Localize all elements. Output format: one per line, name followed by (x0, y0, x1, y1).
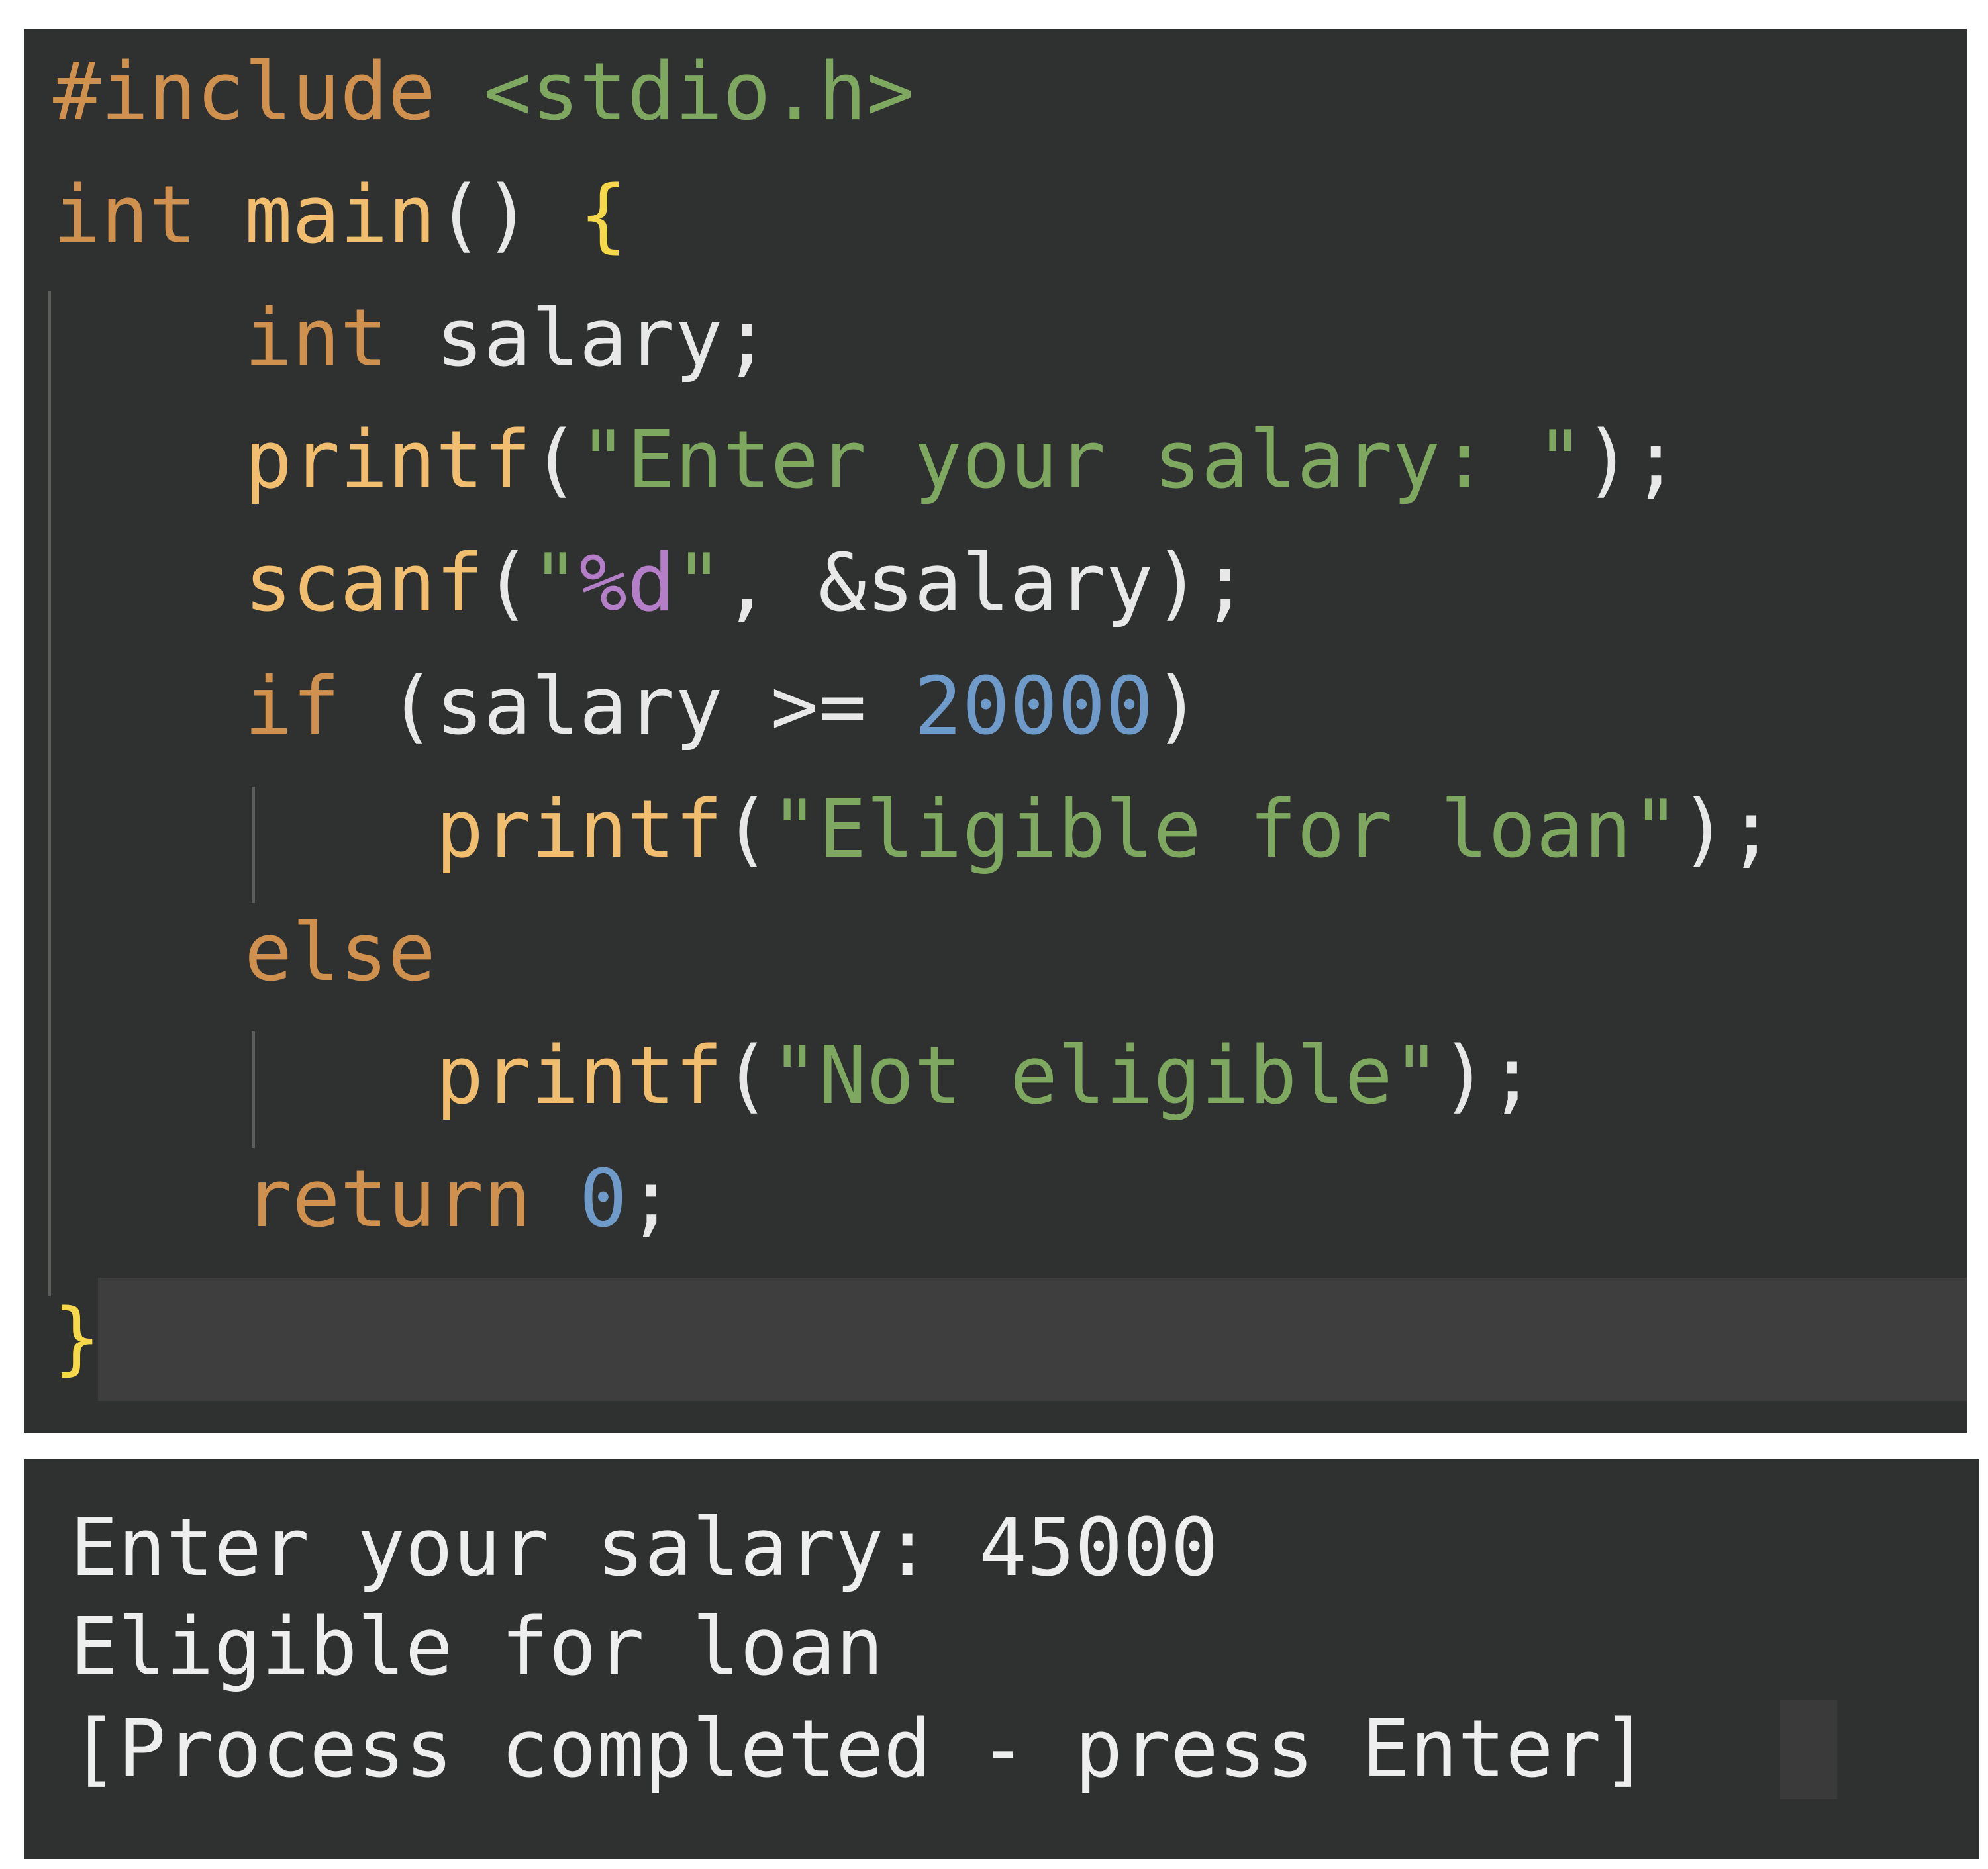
code-token: if (244, 661, 340, 753)
code-token: ; (626, 1153, 675, 1245)
code-line-text: return 0; (53, 1139, 675, 1261)
terminal-line: Enter your salary: 45000 (70, 1502, 1218, 1594)
code-token: { (579, 169, 627, 262)
code-token: ( (722, 1030, 771, 1122)
code-token: <stdio.h> (483, 46, 915, 138)
code-line-text: printf("Eligible for loan"); (53, 769, 1775, 891)
code-token: else (244, 907, 436, 999)
code-line: scanf("%d", &salary); (24, 523, 1967, 645)
code-line-text: #include <stdio.h> (53, 32, 914, 154)
code-token: %d (579, 538, 675, 630)
code-token: ); (1583, 414, 1680, 506)
code-line: return 0; (24, 1139, 1967, 1261)
code-token: printf (435, 784, 723, 876)
code-token: ( (722, 784, 771, 876)
code-token: () (435, 169, 579, 262)
code-token: " (531, 538, 579, 630)
code-token: " (675, 538, 723, 630)
code-line: if (salary >= 20000) (24, 646, 1967, 768)
code-token: printf (244, 414, 532, 506)
code-line-text: scanf("%d", &salary); (53, 523, 1249, 645)
code-token: scanf (244, 538, 484, 630)
code-token: ( (483, 538, 532, 630)
code-token: ); (1440, 1030, 1536, 1122)
code-token: (salary >= (340, 661, 915, 753)
code-line: else (24, 892, 1967, 1014)
terminal-line: Eligible for loan (70, 1602, 884, 1694)
code-token: ); (1679, 784, 1775, 876)
code-line: int main() { (24, 155, 1967, 277)
code-line-text: } (53, 1278, 101, 1400)
code-token: 20000 (914, 661, 1154, 753)
code-line: int salary; (24, 278, 1967, 400)
terminal-line: [Process completed - press Enter] (70, 1703, 1650, 1796)
code-token: #include (53, 46, 484, 138)
code-line: printf("Eligible for loan"); (24, 769, 1967, 891)
code-token: return (244, 1153, 532, 1245)
code-line-text: int salary; (53, 278, 771, 400)
code-token: ( (531, 414, 579, 506)
code-token: "Enter your salary: " (579, 414, 1584, 506)
code-token: main (244, 169, 436, 262)
code-line: } (24, 1278, 1967, 1400)
code-token: int (53, 169, 197, 262)
code-line-text: printf("Not eligible"); (53, 1016, 1536, 1137)
code-line-text: if (salary >= 20000) (53, 646, 1201, 768)
code-token: "Not eligible" (770, 1030, 1441, 1122)
code-token: printf (435, 1030, 723, 1122)
code-line: #include <stdio.h> (24, 32, 1967, 154)
code-line-text: int main() { (53, 155, 627, 277)
code-token: 0 (579, 1153, 627, 1245)
code-editor[interactable]: #include <stdio.h> int main() { int salar… (24, 29, 1967, 1433)
code-line: printf("Not eligible"); (24, 1016, 1967, 1137)
code-line: printf("Enter your salary: "); (24, 400, 1967, 522)
code-token: } (53, 1292, 101, 1384)
code-token: ) (1153, 661, 1201, 753)
terminal-output[interactable]: Enter your salary: 45000 Eligible for lo… (24, 1459, 1979, 1859)
code-token: "Eligible for loan" (770, 784, 1680, 876)
terminal-cursor (1780, 1700, 1837, 1799)
code-line-text: printf("Enter your salary: "); (53, 400, 1679, 522)
code-token: , &salary); (722, 538, 1250, 630)
code-line-text: else (53, 892, 436, 1014)
code-token: salary; (387, 293, 771, 385)
code-token: int (244, 293, 388, 385)
